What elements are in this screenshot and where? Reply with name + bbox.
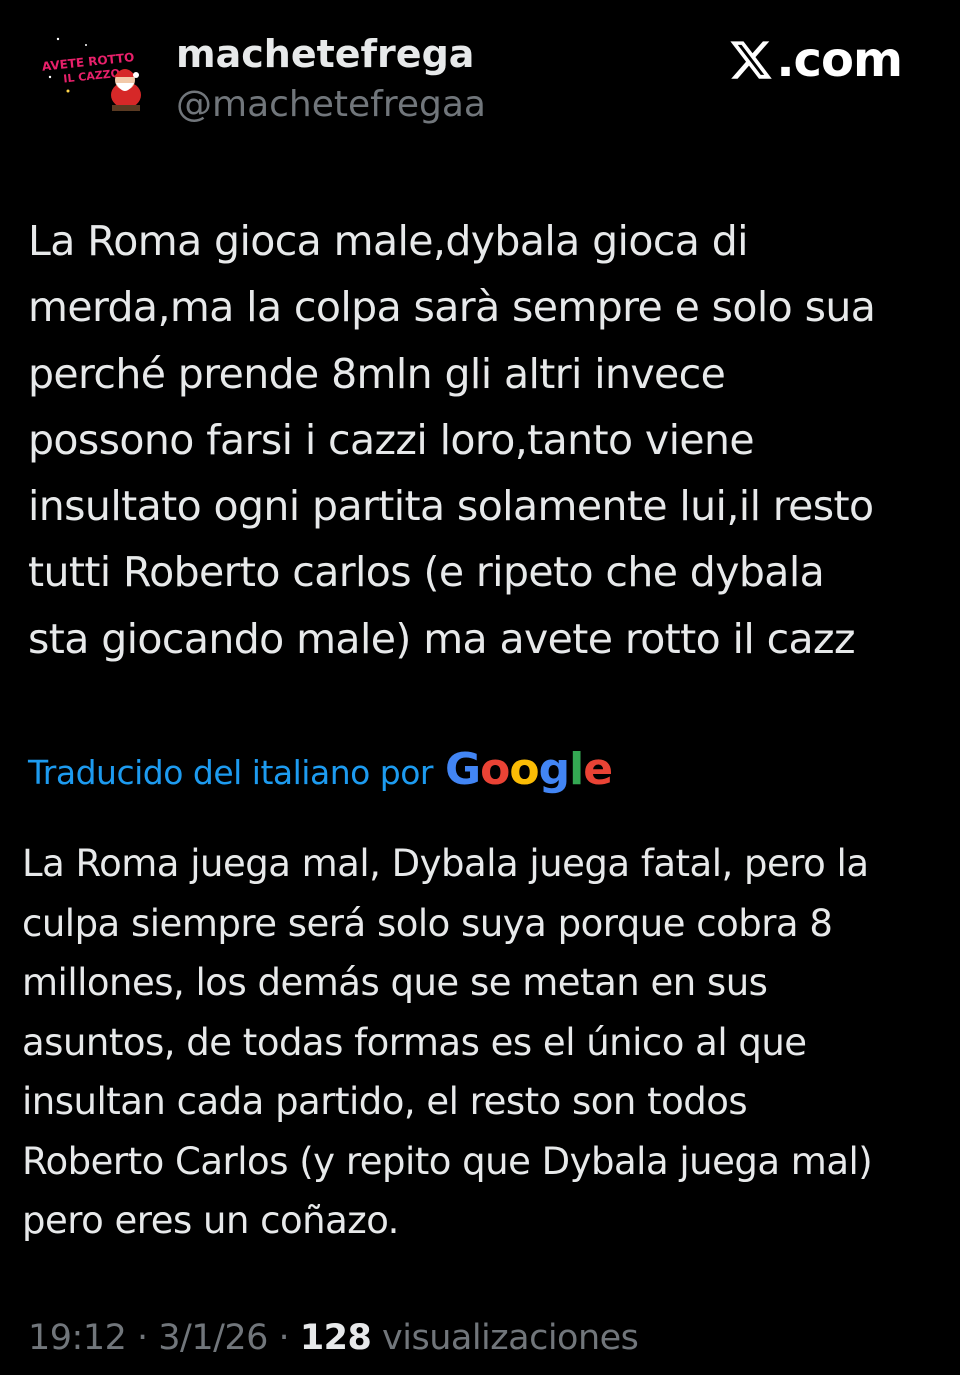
tweet-meta: 19:12 · 3/1/26 · 128 visualizaciones bbox=[28, 1310, 639, 1366]
tweet-text: La Roma gioca male,dybala gioca di merda… bbox=[28, 217, 876, 663]
tweet-time[interactable]: 19:12 bbox=[28, 1318, 127, 1358]
brand-domain: .com bbox=[776, 32, 903, 88]
avatar[interactable]: AVETE ROTTO IL CAZZO bbox=[28, 25, 156, 115]
x-logo-icon bbox=[730, 41, 773, 79]
translation-attribution[interactable]: Traducido del italiano por Google bbox=[28, 740, 613, 803]
views-label[interactable]: visualizaciones bbox=[382, 1318, 639, 1358]
translation-label[interactable]: Traducido del italiano por bbox=[28, 743, 434, 803]
tweet-header: AVETE ROTTO IL CAZZO machetefrega @mache… bbox=[0, 0, 960, 150]
google-logo: Google bbox=[445, 744, 613, 795]
tweet-date[interactable]: 3/1/26 bbox=[158, 1318, 268, 1358]
meta-separator: · bbox=[267, 1318, 300, 1358]
meta-separator: · bbox=[126, 1318, 159, 1358]
user-handle[interactable]: @machetefregaa bbox=[176, 80, 486, 130]
avatar-image: AVETE ROTTO IL CAZZO bbox=[28, 25, 156, 115]
display-name[interactable]: machetefrega bbox=[176, 28, 474, 80]
views-count[interactable]: 128 bbox=[300, 1318, 372, 1358]
translated-text: La Roma juega mal, Dybala juega fatal, p… bbox=[22, 842, 873, 1242]
brand-logo: .com bbox=[728, 30, 903, 90]
